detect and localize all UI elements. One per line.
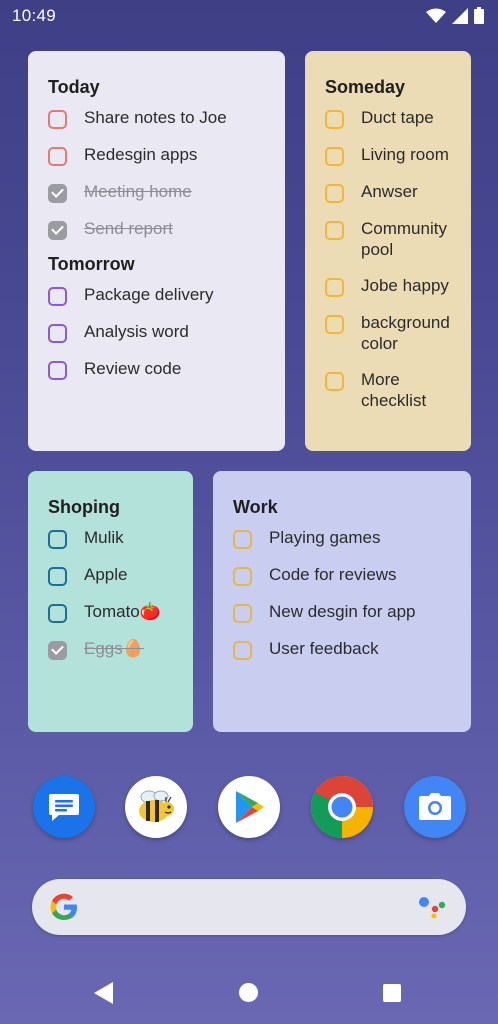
checkbox[interactable] bbox=[48, 287, 67, 306]
checkbox[interactable] bbox=[325, 184, 344, 203]
todo-label: More checklist bbox=[361, 370, 427, 410]
todo-item[interactable]: Analysis word bbox=[48, 321, 265, 343]
checkbox[interactable] bbox=[48, 147, 67, 166]
todo-label: New desgin for app bbox=[269, 602, 416, 621]
checkbox[interactable] bbox=[48, 324, 67, 343]
todo-item-done[interactable]: Meeting home bbox=[48, 181, 265, 203]
todo-item[interactable]: Living room bbox=[325, 144, 451, 166]
google-logo-icon bbox=[48, 891, 80, 928]
assistant-icon[interactable] bbox=[418, 895, 448, 919]
checkbox[interactable] bbox=[233, 604, 252, 623]
signal-icon bbox=[452, 7, 468, 29]
todo-label: Duct tape bbox=[361, 108, 434, 127]
todo-label: background color bbox=[361, 313, 450, 353]
todo-item[interactable]: Jobe happy bbox=[325, 275, 451, 297]
todo-label: Tomato🍅 bbox=[84, 602, 161, 621]
navigation-bar bbox=[0, 962, 498, 1024]
todo-item[interactable]: More checklist bbox=[325, 369, 451, 411]
todo-label: Jobe happy bbox=[361, 276, 449, 295]
checkbox-checked[interactable] bbox=[48, 184, 67, 203]
checkbox[interactable] bbox=[233, 641, 252, 660]
status-icons bbox=[426, 7, 484, 29]
todo-label: User feedback bbox=[269, 639, 379, 658]
todo-item[interactable]: Code for reviews bbox=[233, 564, 451, 586]
checkbox[interactable] bbox=[48, 110, 67, 129]
work-widget[interactable]: Work Playing games Code for reviews New … bbox=[213, 471, 471, 732]
play-store-icon[interactable] bbox=[218, 776, 280, 838]
checkbox-checked[interactable] bbox=[48, 641, 67, 660]
recents-icon[interactable] bbox=[383, 984, 401, 1002]
todo-label: Mulik bbox=[84, 528, 124, 547]
app-dock bbox=[0, 776, 498, 840]
todo-label: Share notes to Joe bbox=[84, 108, 227, 127]
todo-label: Meeting home bbox=[84, 182, 192, 201]
todo-item-done[interactable]: Send report bbox=[48, 218, 265, 240]
todo-label: Package delivery bbox=[84, 285, 214, 304]
today-widget[interactable]: Today Share notes to Joe Redesgin apps M… bbox=[28, 51, 285, 451]
wifi-icon bbox=[426, 8, 446, 29]
todo-label: Apple bbox=[84, 565, 128, 584]
status-bar: 10:49 bbox=[0, 0, 498, 32]
todo-item[interactable]: User feedback bbox=[233, 638, 451, 660]
status-time: 10:49 bbox=[12, 6, 57, 25]
messages-icon[interactable] bbox=[33, 776, 95, 838]
checkbox[interactable] bbox=[48, 361, 67, 380]
todo-label: Anwser bbox=[361, 182, 418, 201]
today-section: Today Share notes to Joe Redesgin apps M… bbox=[48, 75, 265, 240]
todo-item[interactable]: Review code bbox=[48, 358, 265, 380]
checkbox[interactable] bbox=[325, 221, 344, 240]
checkbox[interactable] bbox=[325, 372, 344, 391]
section-title-shopping: Shoping bbox=[48, 497, 120, 517]
todo-item[interactable]: Community pool bbox=[325, 218, 451, 260]
checkbox[interactable] bbox=[233, 530, 252, 549]
todo-item[interactable]: background color bbox=[325, 312, 451, 354]
someday-widget[interactable]: Someday Duct tape Living room Anwser Com… bbox=[305, 51, 471, 451]
back-icon[interactable] bbox=[94, 982, 114, 1009]
todo-item[interactable]: Redesgin apps bbox=[48, 144, 265, 166]
todo-label: Playing games bbox=[269, 528, 381, 547]
shopping-widget[interactable]: Shoping Mulik Apple Tomato🍅 Eggs🥚 bbox=[28, 471, 193, 732]
todo-item-done[interactable]: Eggs🥚 bbox=[48, 638, 173, 660]
section-title-today: Today bbox=[48, 77, 100, 97]
todo-label: Living room bbox=[361, 145, 449, 164]
todo-item[interactable]: Apple bbox=[48, 564, 173, 586]
todo-label: Analysis word bbox=[84, 322, 189, 341]
checkbox[interactable] bbox=[325, 278, 344, 297]
bee-app-icon[interactable] bbox=[125, 776, 187, 838]
checkbox[interactable] bbox=[48, 567, 67, 586]
section-title-tomorrow: Tomorrow bbox=[48, 254, 135, 274]
checkbox[interactable] bbox=[325, 110, 344, 129]
todo-item[interactable]: Package delivery bbox=[48, 284, 265, 306]
todo-label: Eggs🥚 bbox=[84, 639, 144, 658]
todo-label: Review code bbox=[84, 359, 182, 378]
todo-label: Code for reviews bbox=[269, 565, 397, 584]
checkbox-checked[interactable] bbox=[48, 221, 67, 240]
section-title-work: Work bbox=[233, 497, 278, 517]
home-icon[interactable] bbox=[239, 983, 258, 1002]
chrome-icon[interactable] bbox=[311, 776, 373, 838]
todo-item[interactable]: Playing games bbox=[233, 527, 451, 549]
checkbox[interactable] bbox=[48, 530, 67, 549]
todo-label: Send report bbox=[84, 219, 173, 238]
todo-label: Redesgin apps bbox=[84, 145, 198, 164]
todo-item[interactable]: Tomato🍅 bbox=[48, 601, 173, 623]
todo-item[interactable]: Mulik bbox=[48, 527, 173, 549]
todo-item[interactable]: Duct tape bbox=[325, 107, 451, 129]
section-title-someday: Someday bbox=[325, 77, 406, 97]
checkbox[interactable] bbox=[48, 604, 67, 623]
checkbox[interactable] bbox=[325, 315, 344, 334]
todo-item[interactable]: Anwser bbox=[325, 181, 451, 203]
checkbox[interactable] bbox=[325, 147, 344, 166]
checkbox[interactable] bbox=[233, 567, 252, 586]
google-search-bar[interactable] bbox=[32, 879, 466, 935]
todo-item[interactable]: Share notes to Joe bbox=[48, 107, 265, 129]
todo-label: Community pool bbox=[361, 219, 447, 259]
camera-icon[interactable] bbox=[404, 776, 466, 838]
todo-item[interactable]: New desgin for app bbox=[233, 601, 451, 623]
battery-icon bbox=[474, 7, 484, 29]
tomorrow-section: Tomorrow Package delivery Analysis word … bbox=[48, 252, 265, 380]
